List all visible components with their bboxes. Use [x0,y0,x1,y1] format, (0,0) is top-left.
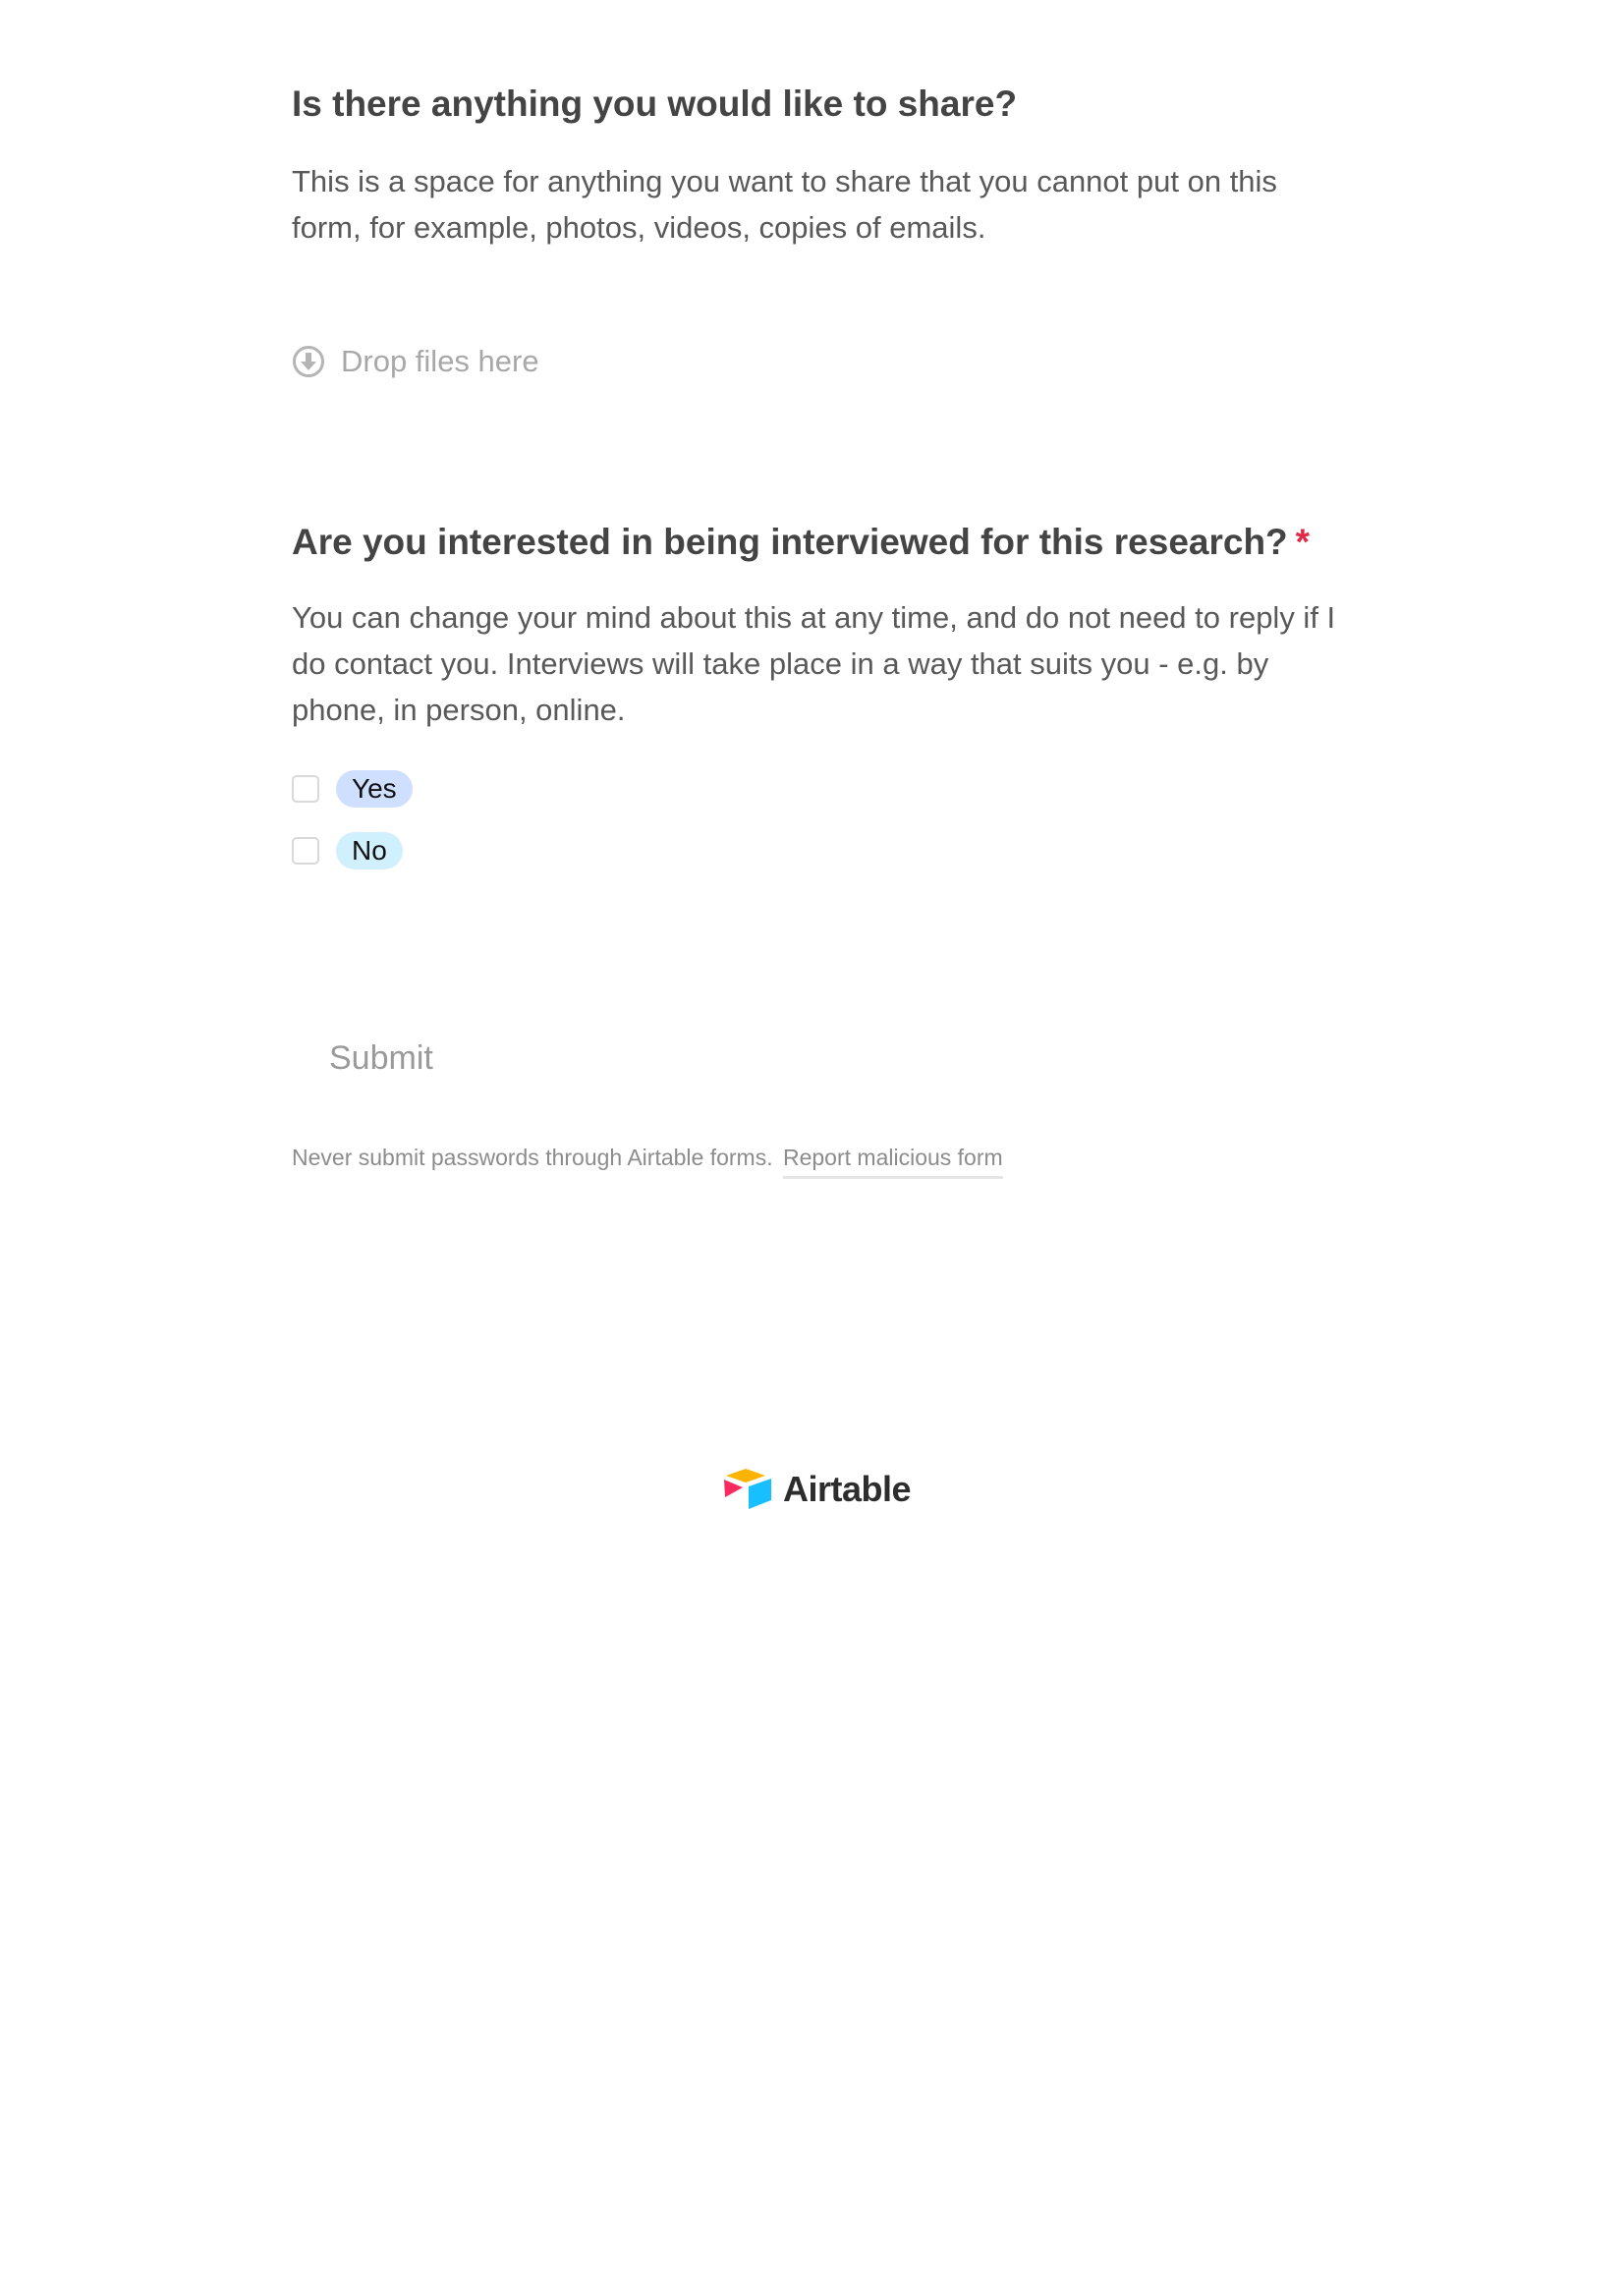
checkbox-no[interactable] [292,837,319,865]
airtable-logo-icon [724,1469,771,1509]
option-yes[interactable]: Yes [292,770,413,808]
submit-button[interactable]: Submit [329,1039,433,1078]
checkbox-yes[interactable] [292,775,319,803]
download-circle-icon [293,346,324,377]
interview-field-title-text: Are you interested in being interviewed … [292,522,1288,562]
airtable-brand[interactable]: Airtable [722,1467,912,1512]
dropzone-label: Drop files here [341,344,539,378]
option-no[interactable]: No [292,832,403,869]
footer-note: Never submit passwords through Airtable … [292,1143,1003,1179]
brand-name: Airtable [783,1469,912,1509]
required-marker: * [1295,522,1311,562]
report-malicious-form-link[interactable]: Report malicious form [782,1145,1003,1179]
option-no-label: No [336,832,403,869]
share-field-description: This is a space for anything you want to… [292,164,1277,245]
password-warning: Never submit passwords through Airtable … [292,1145,773,1170]
option-yes-label: Yes [336,770,413,808]
interview-field-description: You can change your mind about this at a… [292,600,1336,727]
share-field-title: Is there anything you would like to shar… [292,84,1018,124]
file-dropzone[interactable]: Drop files here [292,342,539,381]
interview-field-title: Are you interested in being interviewed … [292,519,1310,566]
